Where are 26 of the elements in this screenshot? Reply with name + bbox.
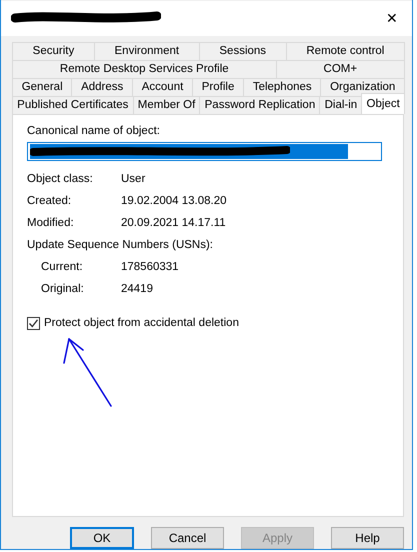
property-value: 178560331 [121,260,179,273]
field-label: Canonical name of object: [27,124,161,137]
canonical-name-field[interactable] [27,142,382,161]
tab[interactable]: Remote control [286,42,406,60]
tab[interactable]: General [12,78,72,96]
property-value: 19.02.2004 13.08.20 [121,194,227,207]
tab[interactable]: Object [361,92,405,114]
property-label: Current: [41,260,84,273]
tab[interactable]: Remote Desktop Services Profile [12,60,277,78]
property-value: User [121,172,146,185]
dialog-button[interactable]: Help [331,527,404,549]
close-button[interactable]: ✕ [372,3,412,34]
dialog-button[interactable]: Cancel [151,527,224,549]
property-label: Original: [41,282,85,295]
tab[interactable]: Published Certificates [12,96,134,114]
property-label: Modified: [27,216,75,229]
tab[interactable]: COM+ [276,60,405,78]
dialog-button[interactable]: OK [70,527,134,549]
section-label: Update Sequence Numbers (USNs): [27,238,214,251]
property-value: 24419 [121,282,153,295]
property-value: 20.09.2021 14.17.11 [121,216,226,229]
checkbox-label[interactable]: Protect object from accidental deletion [44,317,239,330]
property-label: Object class: [27,172,94,185]
checkbox[interactable] [27,316,40,330]
tab[interactable]: Security [12,42,95,60]
property-label: Created: [27,194,72,207]
